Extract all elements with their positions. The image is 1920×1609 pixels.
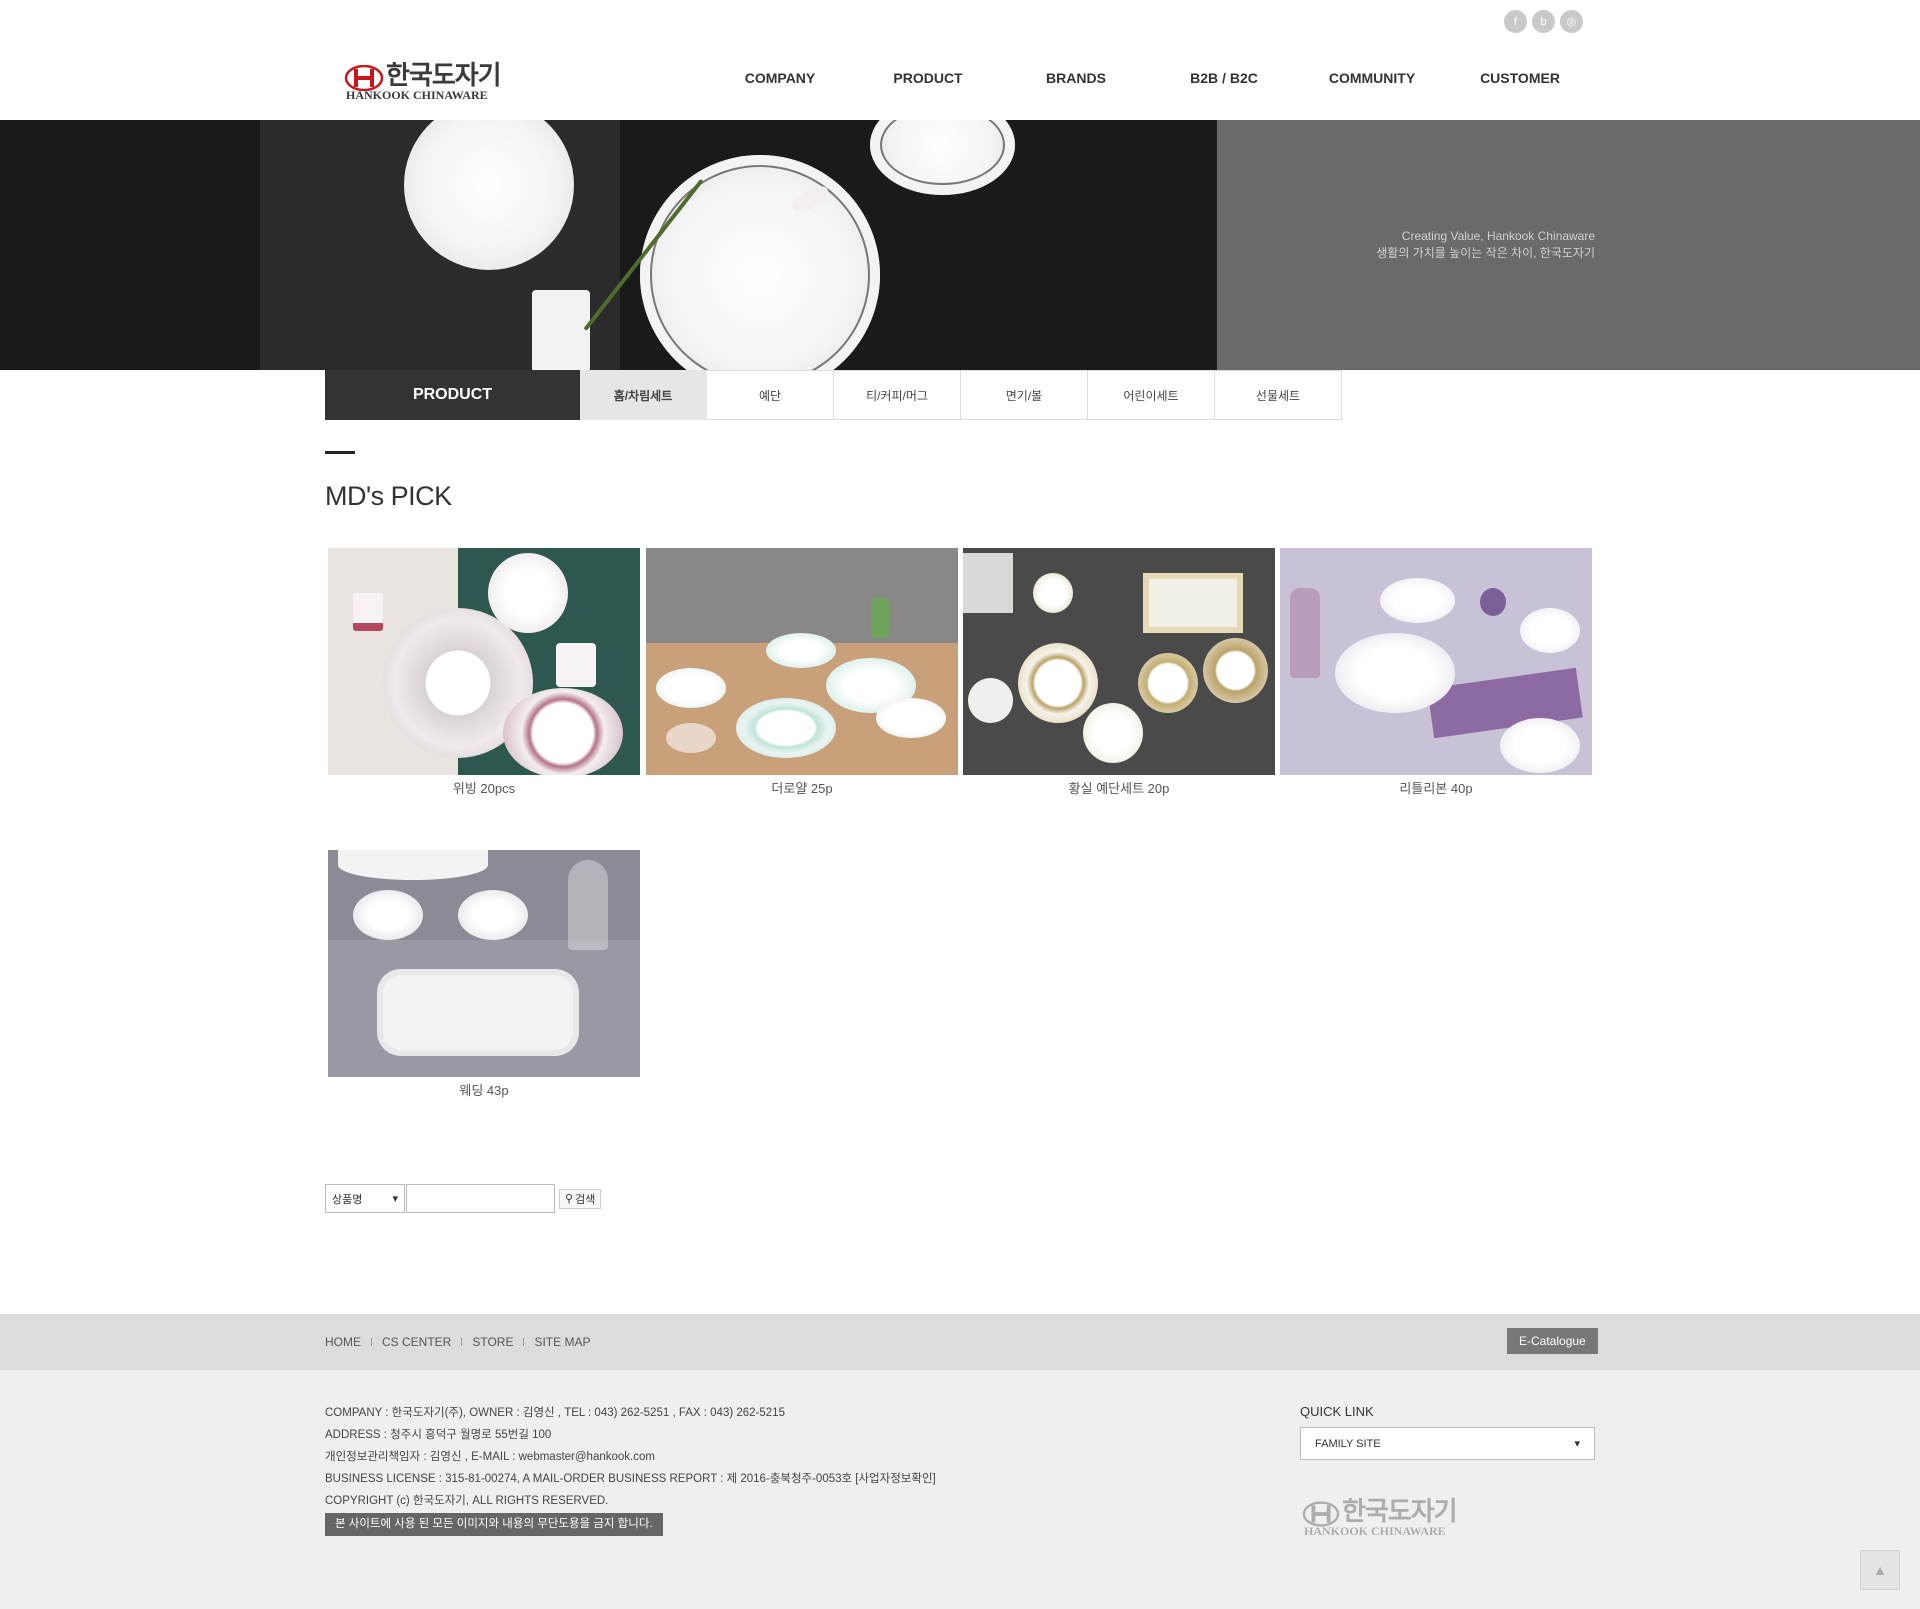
nav-product[interactable]: PRODUCT [893,70,962,86]
hero-slogan: Creating Value, Hankook Chinaware 생활의 가치… [1376,228,1595,262]
footer-logo-english: HANKOOK CHINAWARE [1304,1524,1446,1538]
footer-nav: HOME CS CENTER STORE SITE MAP [325,1335,590,1349]
product-image[interactable] [328,850,640,1077]
blog-icon[interactable]: b [1532,10,1555,33]
footer-link-cs-center[interactable]: CS CENTER [382,1335,451,1349]
privacy-officer-line: 개인정보관리책임자 : 김영신 , E-MAIL : webmaster@han… [325,1451,655,1463]
footer-link-store[interactable]: STORE [472,1335,513,1349]
divider [523,1338,525,1346]
tab-noodle-bowl[interactable]: 면기/볼 [961,370,1088,420]
product-name[interactable]: 리틀리본 40p [1280,778,1592,797]
footer-link-site-map[interactable]: SITE MAP [534,1335,590,1349]
subnav-title: PRODUCT [325,370,580,420]
arrow-up-icon: ▲ [1873,1562,1887,1578]
product-image[interactable] [328,548,640,775]
search-button[interactable]: ⚲ 검색 [559,1188,602,1209]
chevron-down-icon: ▾ [1574,1438,1580,1450]
search-button-label: 검색 [575,1193,596,1206]
main-navigation: COMPANY PRODUCT BRANDS B2B / B2C COMMUNI… [0,70,1920,90]
product-card[interactable]: 황실 예단세트 20p [963,548,1275,797]
product-image[interactable] [963,548,1275,775]
product-name[interactable]: 더로얄 25p [646,778,958,797]
hero-photo [0,120,1217,370]
product-card[interactable]: 리틀리본 40p [1280,548,1592,797]
social-links: f b ◎ [1504,10,1583,33]
product-name[interactable]: 황실 예단세트 20p [963,778,1275,797]
nav-b2b-b2c[interactable]: B2B / B2C [1190,70,1258,86]
family-site-select[interactable]: FAMILY SITE ▾ [1300,1427,1595,1460]
tab-kids-set[interactable]: 어린이세트 [1088,370,1215,420]
business-license-line: BUSINESS LICENSE : 315-81-00274, A MAIL-… [325,1473,936,1485]
facebook-icon[interactable]: f [1504,10,1527,33]
hero-banner: Creating Value, Hankook Chinaware 생활의 가치… [0,120,1920,370]
quick-link-title: QUICK LINK [1300,1404,1374,1419]
divider [371,1338,372,1346]
sub-navigation: PRODUCT 홈/차림세트 예단 티/커피/머그 면기/볼 어린이세트 선물세… [325,370,1342,420]
product-card[interactable]: 위빙 20pcs [328,548,640,797]
page-title: MD's PICK [325,481,452,511]
title-accent-bar [325,451,355,454]
product-name[interactable]: 위빙 20pcs [328,778,640,797]
address-line: ADDRESS : 청주시 흥덕구 월명로 55번길 100 [325,1429,552,1441]
copyright-line: COPYRIGHT (c) 한국도자기, ALL RIGHTS RESERVED… [325,1495,609,1507]
tab-home-set[interactable]: 홈/차림세트 [580,370,707,420]
search-field-select[interactable]: 상품명 ▾ [325,1184,405,1213]
product-card[interactable]: 더로얄 25p [646,548,958,797]
tab-wedding-gift[interactable]: 예단 [707,370,834,420]
footer-nav-bar: HOME CS CENTER STORE SITE MAP E-Catalogu… [0,1314,1920,1370]
scroll-to-top-button[interactable]: ▲ [1860,1550,1900,1590]
footer-logo-korean: 한국도자기 [1342,1497,1458,1527]
quick-link: QUICK LINK FAMILY SITE ▾ [1300,1404,1595,1460]
product-name[interactable]: 웨딩 43p [328,1080,640,1099]
nav-company[interactable]: COMPANY [745,70,816,86]
slogan-korean: 생활의 가치를 높이는 작은 차이, 한국도자기 [1376,246,1595,260]
e-catalogue-button[interactable]: E-Catalogue [1507,1328,1598,1354]
product-card[interactable]: 웨딩 43p [328,850,640,1099]
logo-english: HANKOOK CHINAWARE [346,88,488,102]
divider [461,1338,463,1346]
product-search: 상품명 ▾ ⚲ 검색 [325,1184,602,1213]
copy-warning-badge: 본 사이트에 사용 된 모든 이미지와 내용의 무단도용을 금지 합니다. [325,1513,663,1536]
company-line: COMPANY : 한국도자기(주), OWNER : 김영신 , TEL : … [325,1407,785,1419]
footer-link-home[interactable]: HOME [325,1335,361,1349]
nav-community[interactable]: COMMUNITY [1329,70,1415,86]
instagram-icon[interactable]: ◎ [1560,10,1583,33]
product-image[interactable] [1280,548,1592,775]
family-site-label: FAMILY SITE [1315,1437,1381,1450]
search-icon: ⚲ [565,1193,574,1205]
tab-tea-coffee-mug[interactable]: 티/커피/머그 [834,370,961,420]
tab-gift-set[interactable]: 선물세트 [1215,370,1342,420]
company-info: COMPANY : 한국도자기(주), OWNER : 김영신 , TEL : … [325,1402,936,1536]
nav-customer[interactable]: CUSTOMER [1480,70,1560,86]
chevron-down-icon: ▾ [392,1193,398,1205]
footer-logo: 한국도자기 HANKOOK CHINAWARE [1302,1498,1462,1538]
search-input[interactable] [406,1184,555,1213]
slogan-english: Creating Value, Hankook Chinaware [1401,229,1595,243]
nav-brands[interactable]: BRANDS [1046,70,1106,86]
search-field-label: 상품명 [332,1193,363,1206]
footer: COMPANY : 한국도자기(주), OWNER : 김영신 , TEL : … [0,1370,1920,1609]
product-image[interactable] [646,548,958,775]
